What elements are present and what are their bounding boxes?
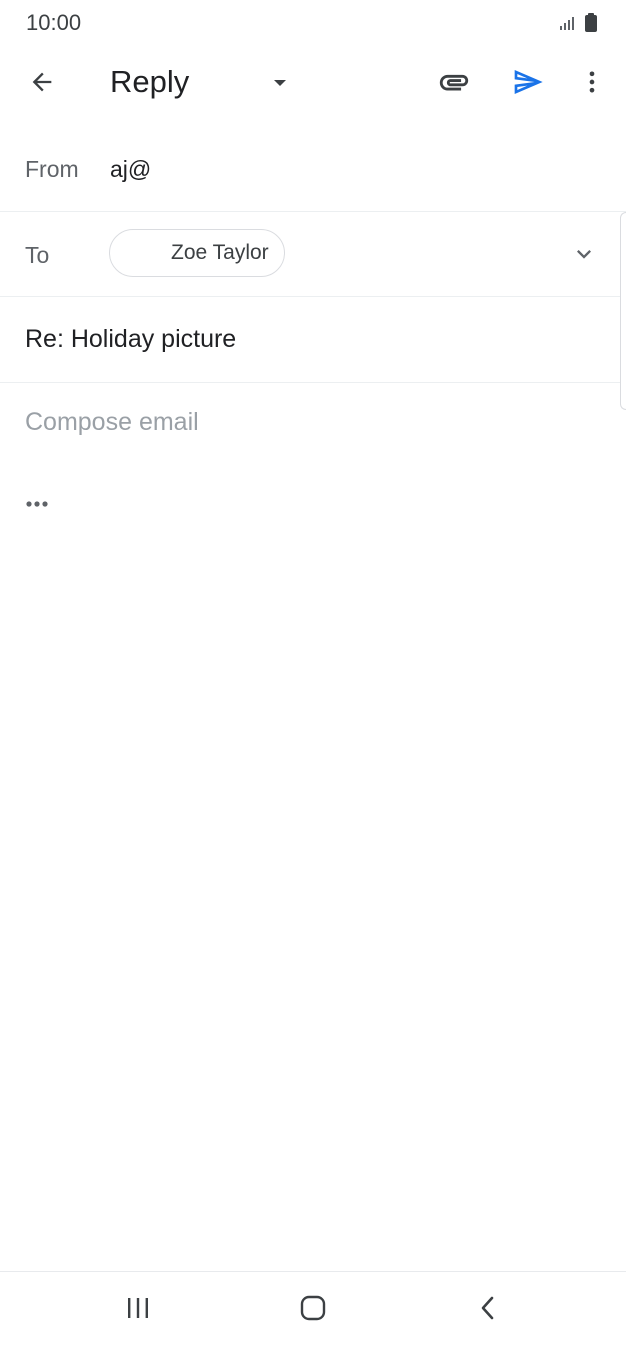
more-options-button[interactable] <box>568 58 616 106</box>
app-bar: Reply <box>0 48 626 120</box>
status-icons <box>558 12 602 34</box>
subject-row: Re: Holiday picture <box>0 297 626 383</box>
expand-recipients-button[interactable] <box>560 230 608 278</box>
status-time: 10:00 <box>26 10 82 35</box>
home-icon <box>300 1295 326 1321</box>
status-bar: 10:00 <box>0 0 626 48</box>
back-icon <box>481 1296 494 1320</box>
recent-apps-icon <box>128 1298 148 1318</box>
nav-back-button[interactable] <box>458 1284 518 1332</box>
recipient-chip[interactable]: Zoe Taylor <box>109 229 285 277</box>
send-button[interactable] <box>504 58 552 106</box>
reply-mode-dropdown[interactable]: Reply <box>110 62 300 106</box>
send-icon <box>514 70 543 94</box>
from-field[interactable]: aj@ <box>110 156 151 183</box>
scroll-handle[interactable] <box>620 212 626 410</box>
compose-placeholder: Compose email <box>25 408 199 436</box>
subject-field[interactable]: Re: Holiday picture <box>25 325 236 354</box>
to-label: To <box>25 242 50 268</box>
back-button[interactable] <box>18 58 66 106</box>
system-nav-bar <box>0 1271 626 1345</box>
recent-apps-button[interactable] <box>108 1284 168 1332</box>
chevron-down-icon <box>577 250 591 259</box>
battery-icon <box>585 13 597 32</box>
to-row: To Zoe Taylor <box>0 212 626 297</box>
more-horiz-icon <box>26 501 48 507</box>
more-vert-icon <box>589 71 595 93</box>
home-button[interactable] <box>283 1284 343 1332</box>
paperclip-icon <box>439 74 469 91</box>
show-quoted-text-button[interactable] <box>18 486 58 522</box>
recipient-name: Zoe Taylor <box>171 241 269 264</box>
caret-down-icon <box>274 80 286 86</box>
from-label: From <box>25 156 79 182</box>
from-row: From aj@ <box>0 126 626 212</box>
arrow-back-icon <box>32 72 52 92</box>
page-title: Reply <box>110 64 190 99</box>
compose-body-input[interactable]: Compose email <box>0 384 626 474</box>
attach-button[interactable] <box>430 58 478 106</box>
